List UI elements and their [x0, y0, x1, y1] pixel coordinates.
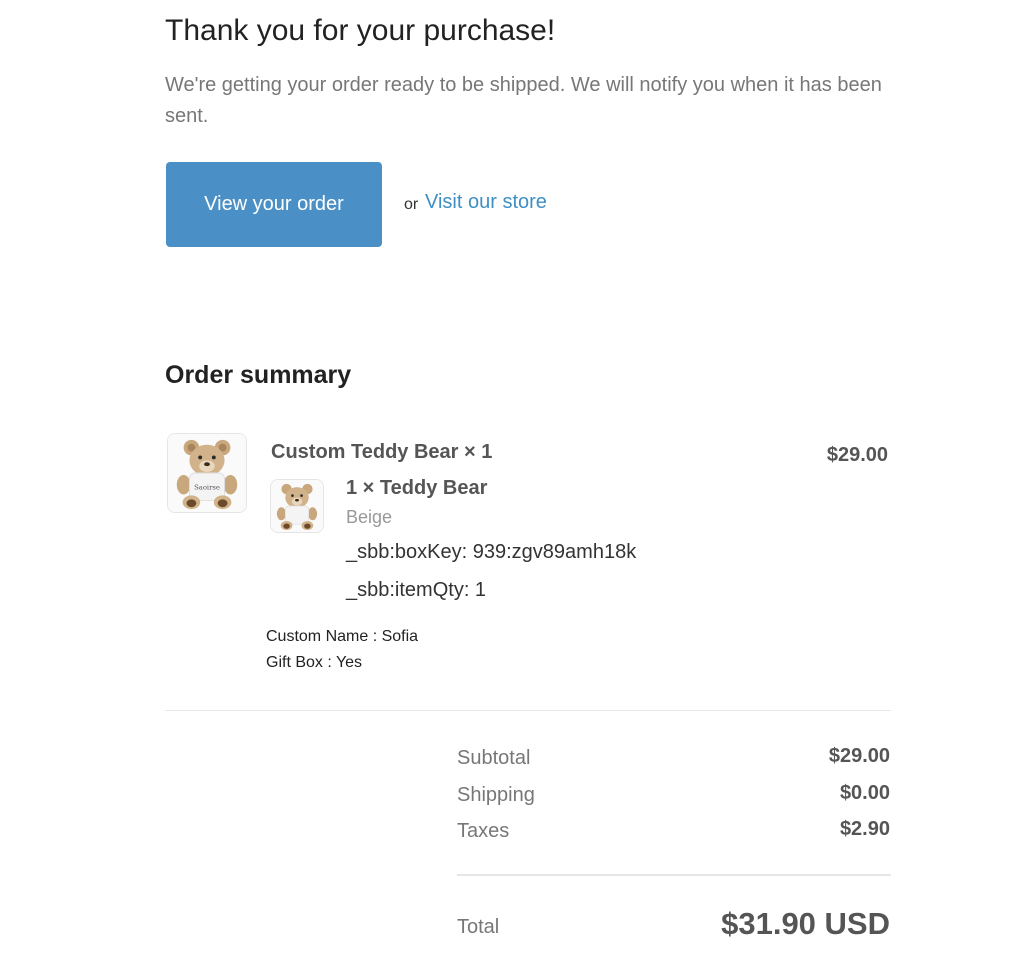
total-value: $31.90 USD [721, 906, 890, 941]
bundle-item-property: _sbb:itemQty: 1 [346, 579, 487, 601]
bear-shirt-text: Saoirse [194, 484, 220, 492]
taxes-label: Taxes [457, 820, 510, 842]
bundle-item-name: 1 × Teddy Bear [346, 477, 488, 499]
teddy-bear-image [271, 480, 323, 532]
bundle-item-property: _sbb:boxKey: 939:zgv89amh18k [346, 541, 637, 563]
order-confirmation-page: Thank you for your purchase! We're getti… [0, 0, 1024, 965]
totals-divider [457, 874, 891, 876]
teddy-bear-image: Saoirse [168, 434, 246, 512]
subtotal-value: $29.00 [828, 745, 890, 767]
total-label: Total [457, 916, 500, 938]
or-text: or [404, 196, 419, 213]
bundle-item-thumbnail [270, 479, 324, 533]
page-title: Thank you for your purchase! [165, 14, 556, 47]
summary-divider [165, 710, 891, 711]
subtotal-label: Subtotal [457, 747, 531, 769]
view-order-button[interactable]: View your order [166, 162, 382, 247]
item-name: Custom Teddy Bear × 1 [271, 441, 493, 463]
gift-box-property: Gift Box : Yes [266, 654, 363, 671]
shipping-value: $0.00 [839, 782, 890, 804]
custom-name-property: Custom Name : Sofia [266, 628, 419, 645]
taxes-value: $2.90 [839, 818, 890, 840]
product-thumbnail: Saoirse [167, 433, 247, 513]
order-summary-title: Order summary [165, 361, 352, 389]
bundle-item-variant: Beige [346, 507, 393, 527]
visit-store-link[interactable]: Visit our store [425, 191, 547, 214]
confirmation-message: We're getting your order ready to be shi… [165, 74, 882, 127]
shipping-label: Shipping [457, 784, 535, 806]
item-price: $29.00 [826, 444, 888, 466]
